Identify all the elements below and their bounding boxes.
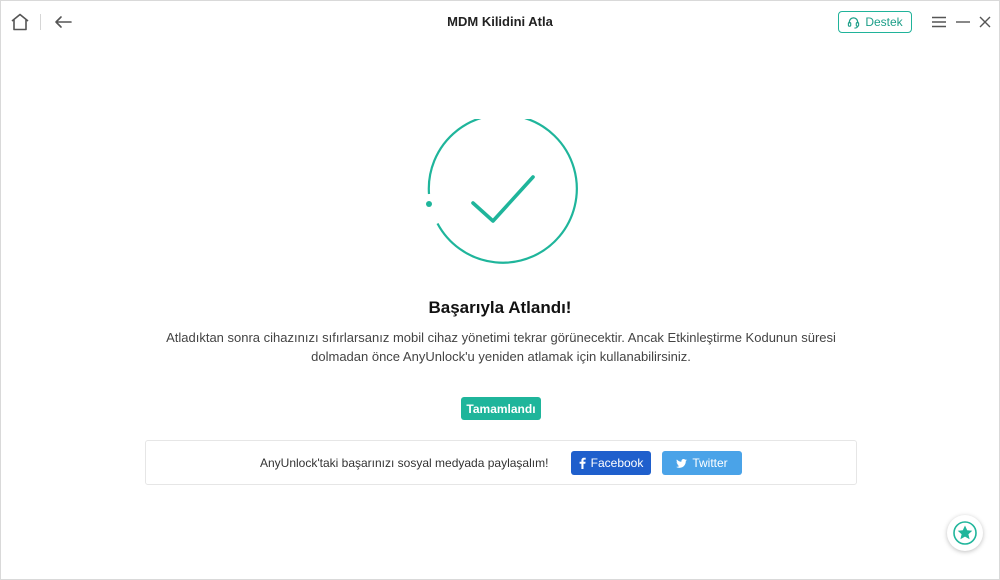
app-window: MDM Kilidini Atla Destek Başarıyla Atlan… (0, 0, 1000, 580)
twitter-share-button[interactable]: Twitter (662, 451, 742, 475)
share-prompt: AnyUnlock'taki başarınızı sosyal medyada… (260, 456, 549, 470)
support-button[interactable]: Destek (838, 11, 912, 33)
minimize-icon (956, 21, 970, 23)
facebook-share-button[interactable]: Facebook (571, 451, 651, 475)
twitter-icon (676, 458, 688, 468)
success-description: Atladıktan sonra cihazınızı sıfırlarsanı… (151, 328, 851, 366)
done-button[interactable]: Tamamlandı (461, 397, 541, 420)
twitter-label: Twitter (692, 456, 728, 470)
rating-badge-button[interactable] (947, 515, 983, 551)
close-button[interactable] (977, 14, 993, 30)
social-share-panel: AnyUnlock'taki başarınızı sosyal medyada… (145, 440, 857, 485)
close-icon (979, 16, 991, 28)
headset-icon (848, 16, 860, 29)
facebook-label: Facebook (590, 456, 644, 470)
checkmark-circle-icon (426, 119, 578, 264)
success-heading: Başarıyla Atlandı! (428, 298, 572, 317)
facebook-icon (579, 457, 586, 469)
minimize-button[interactable] (955, 14, 971, 30)
star-badge-icon (953, 521, 977, 545)
description-line-1: Atladıktan sonra cihazınızı sıfırlarsanı… (166, 330, 836, 345)
title-bar: MDM Kilidini Atla Destek (1, 1, 999, 43)
menu-button[interactable] (931, 14, 947, 30)
support-label: Destek (865, 15, 903, 29)
hamburger-menu-icon (932, 16, 946, 28)
description-line-2: dolmadan önce AnyUnlock'u yeniden atlama… (311, 349, 691, 364)
